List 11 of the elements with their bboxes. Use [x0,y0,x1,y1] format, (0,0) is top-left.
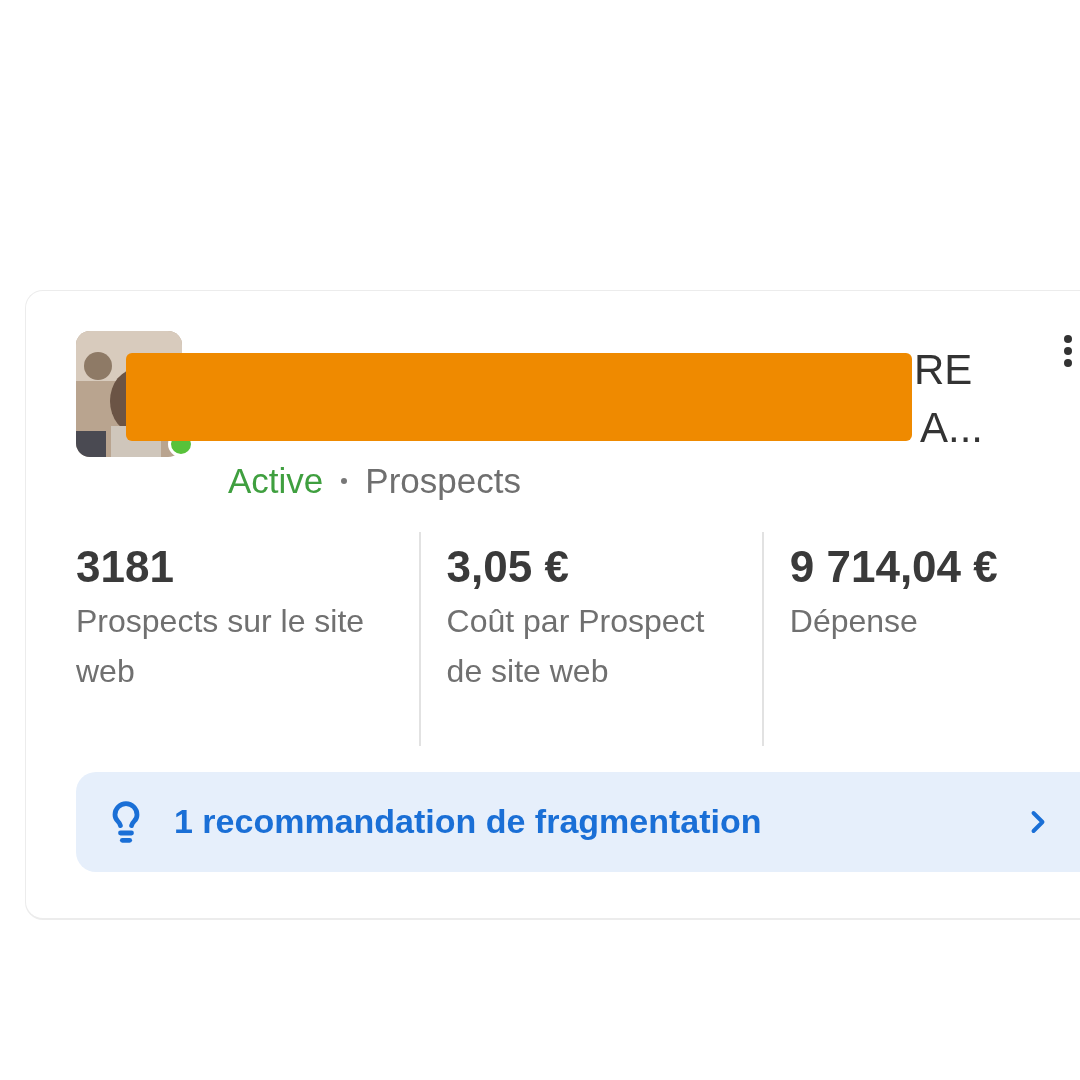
campaign-title: RE [914,345,974,395]
metric-label: Coût par Prospect de site web [446,601,706,691]
campaign-title: A... [920,403,984,453]
status-label: Active [228,460,324,502]
metric-value: 3181 [76,540,175,593]
objective-label: Prospects [365,460,521,502]
metric-label: Prospects sur le site web [76,601,366,691]
metric-label: Dépense [789,601,919,641]
recommendation-banner[interactable]: 1 recommandation de fragmentation [76,771,1080,872]
metric-value: 3,05 € [446,540,570,593]
metric-value: 9 714,04 € [789,540,999,593]
